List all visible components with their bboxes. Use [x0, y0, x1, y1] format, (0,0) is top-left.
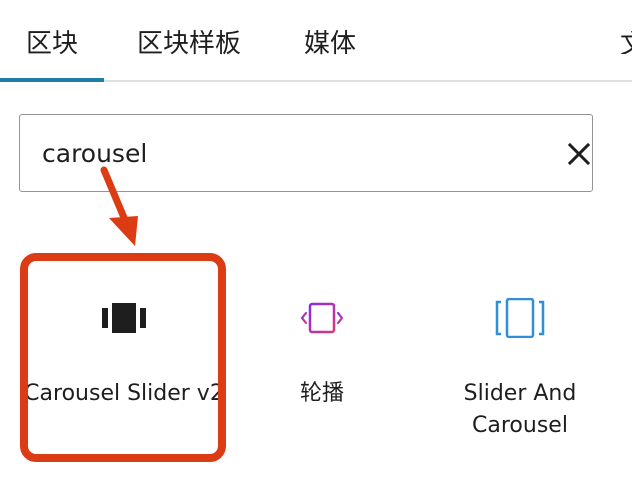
tab-media[interactable]: 媒体: [284, 0, 376, 82]
tab-overflow[interactable]: 文: [620, 24, 632, 54]
tab-blocks[interactable]: 区块: [0, 0, 104, 82]
active-tab-indicator: [0, 78, 104, 82]
carousel-slides-icon: [300, 296, 344, 340]
block-item-label: Slider And Carousel: [463, 381, 577, 438]
close-icon: [567, 142, 591, 166]
carousel-slider-icon: [102, 296, 146, 340]
slider-frame-icon: [495, 296, 545, 340]
block-item-label: Carousel Slider v2: [24, 381, 224, 406]
annotation-arrow: [100, 166, 138, 246]
block-item-label: 轮播: [299, 381, 344, 406]
tab-patterns[interactable]: 区块样板: [118, 0, 260, 82]
block-item-carousel-slider-v2[interactable]: Carousel Slider v2: [24, 250, 224, 460]
clear-search-button[interactable]: [566, 141, 592, 167]
block-results: Carousel Slider v2 轮播 Slider And Carouse…: [0, 250, 632, 484]
inserter-tabs: 区块 区块样板 媒体 文: [0, 0, 632, 82]
block-item-carousel[interactable]: 轮播: [222, 250, 422, 460]
block-item-slider-and-carousel[interactable]: Slider And Carousel: [420, 250, 620, 460]
